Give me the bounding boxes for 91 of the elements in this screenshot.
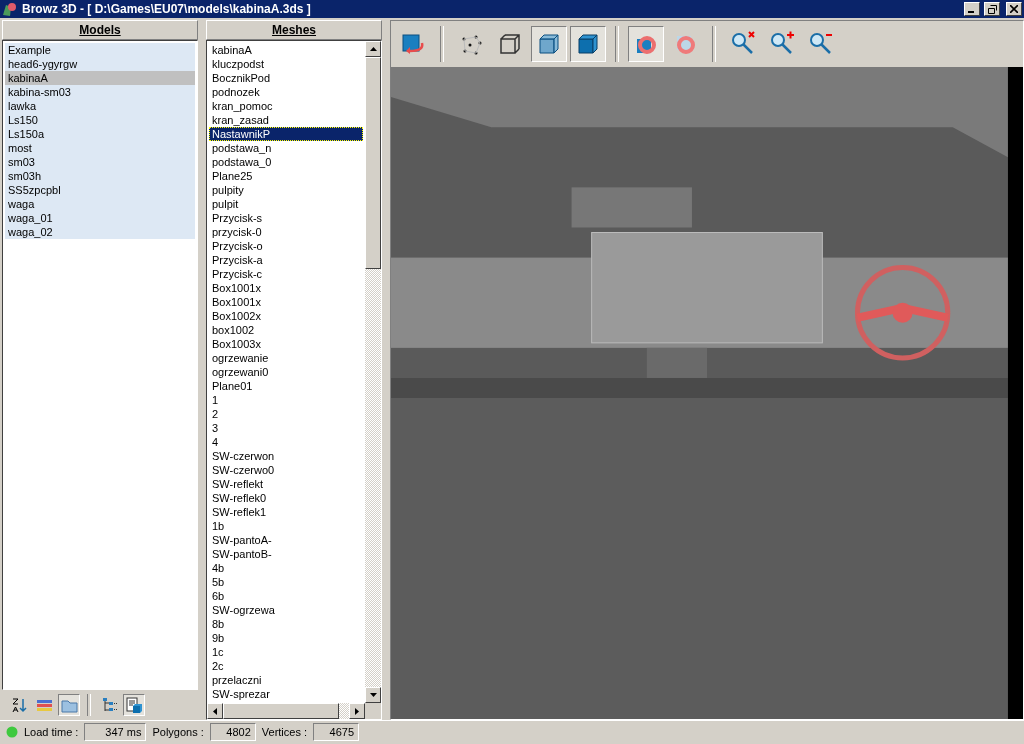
horizontal-scrollbar[interactable] <box>207 703 365 719</box>
tree-view-icon <box>100 696 118 714</box>
down-arrow-icon <box>369 693 377 697</box>
mesh-item[interactable]: SW-czerwon <box>209 449 363 463</box>
sort-az-icon <box>10 696 28 714</box>
app-logo-icon <box>2 1 18 17</box>
mesh-item[interactable]: Plane01 <box>209 379 363 393</box>
minimize-button[interactable] <box>964 2 980 16</box>
left-arrow-icon <box>213 707 217 715</box>
cull-button[interactable] <box>628 26 664 62</box>
solid-button[interactable] <box>570 26 606 62</box>
vertices-label: Vertices : <box>261 726 308 738</box>
document-cube-icon <box>125 696 143 714</box>
restore-icon <box>987 4 997 14</box>
model-item[interactable]: sm03h <box>5 169 195 183</box>
mesh-item[interactable]: 1c <box>209 645 363 659</box>
mesh-item[interactable]: 9b <box>209 631 363 645</box>
polygons-label: Polygons : <box>152 726 204 738</box>
model-item[interactable]: SS5zpcpbl <box>5 183 195 197</box>
close-button[interactable] <box>1006 2 1022 16</box>
mesh-item[interactable]: BocznikPod <box>209 71 363 85</box>
mesh-item[interactable]: NastawnikP <box>209 127 363 141</box>
load-time-value: 347 ms <box>84 723 147 741</box>
up-arrow-icon <box>369 47 377 51</box>
mesh-item[interactable]: box1002 <box>209 323 363 337</box>
mesh-item[interactable]: 2 <box>209 407 363 421</box>
model-item[interactable]: sm03 <box>5 155 195 169</box>
model-item[interactable]: kabinaA <box>5 71 195 85</box>
vertices-value: 4675 <box>313 723 360 741</box>
mesh-item[interactable]: SW-pantoB- <box>209 547 363 561</box>
model-item[interactable]: lawka <box>5 99 195 113</box>
mesh-item[interactable]: Plane25 <box>209 169 363 183</box>
model-item[interactable]: waga_02 <box>5 225 195 239</box>
vertical-scrollbar[interactable] <box>365 41 381 703</box>
mesh-item[interactable]: pulpity <box>209 183 363 197</box>
mesh-item[interactable]: ogrzewani0 <box>209 365 363 379</box>
mesh-item[interactable]: 3 <box>209 421 363 435</box>
folder-button[interactable] <box>58 694 80 716</box>
mesh-item[interactable]: SW-sprezar <box>209 687 363 701</box>
mesh-item[interactable]: Przycisk-o <box>209 239 363 253</box>
mesh-item[interactable]: kran_zasad <box>209 113 363 127</box>
close-icon <box>1010 5 1018 13</box>
model-item[interactable]: head6-ygyrgw <box>5 57 195 71</box>
doc-button[interactable] <box>123 694 145 716</box>
mesh-item[interactable]: 2c <box>209 659 363 673</box>
mesh-item[interactable]: 5b <box>209 575 363 589</box>
right-arrow-icon <box>355 707 359 715</box>
mesh-item[interactable]: kabinaA <box>209 43 363 57</box>
mesh-item[interactable]: podnozek <box>209 85 363 99</box>
mesh-item[interactable]: 4b <box>209 561 363 575</box>
mesh-item[interactable]: przycisk-0 <box>209 225 363 239</box>
mesh-item[interactable]: podstawa_n <box>209 141 363 155</box>
mesh-item[interactable]: kluczpodst <box>209 57 363 71</box>
mesh-item[interactable]: Box1002x <box>209 309 363 323</box>
mesh-item[interactable]: Box1003x <box>209 337 363 351</box>
window-title: Browz 3D - [ D:\Games\EU07\models\kabinaA.3ds ] <box>22 2 312 16</box>
mesh-item[interactable]: Przycisk-c <box>209 267 363 281</box>
mesh-item[interactable]: SW-reflekt <box>209 477 363 491</box>
mesh-item[interactable]: Box1001x <box>209 295 363 309</box>
mesh-item[interactable]: SW-pantoA- <box>209 533 363 547</box>
mesh-item[interactable]: pulpit <box>209 197 363 211</box>
model-item[interactable]: most <box>5 141 195 155</box>
mesh-item[interactable]: 4 <box>209 435 363 449</box>
mesh-item[interactable]: podstawa_0 <box>209 155 363 169</box>
mesh-item[interactable]: 1b <box>209 519 363 533</box>
mesh-item[interactable]: przelaczni <box>209 673 363 687</box>
mesh-item[interactable]: SW-czerwo0 <box>209 463 363 477</box>
polygons-value: 4802 <box>209 723 256 741</box>
mesh-item[interactable]: Box1001x <box>209 281 363 295</box>
model-item[interactable]: kabina-sm03 <box>5 85 195 99</box>
model-item[interactable]: waga <box>5 197 195 211</box>
mesh-item[interactable]: kran_pomoc <box>209 99 363 113</box>
mesh-item[interactable]: 1 <box>209 393 363 407</box>
models-header: Models <box>2 20 198 40</box>
mesh-item[interactable]: SW-ogrzewa <box>209 603 363 617</box>
mesh-item[interactable]: SW-reflek0 <box>209 491 363 505</box>
mesh-item[interactable]: Przycisk-s <box>209 211 363 225</box>
model-item[interactable]: Ls150 <box>5 113 195 127</box>
mesh-item[interactable]: 8b <box>209 617 363 631</box>
mesh-item[interactable]: ogrzewanie <box>209 351 363 365</box>
model-item[interactable]: Ls150a <box>5 127 195 141</box>
glass-button[interactable] <box>531 26 567 62</box>
meshes-header: Meshes <box>206 20 382 40</box>
mesh-item[interactable]: SW-reflek1 <box>209 505 363 519</box>
status-light-icon <box>6 726 18 738</box>
load-time-label: Load time : <box>24 726 79 738</box>
restore-button[interactable] <box>984 2 1000 16</box>
model-item[interactable]: Example <box>5 43 195 57</box>
model-item[interactable]: waga_01 <box>5 211 195 225</box>
mesh-item[interactable]: Przycisk-a <box>209 253 363 267</box>
mesh-item[interactable]: 6b <box>209 589 363 603</box>
